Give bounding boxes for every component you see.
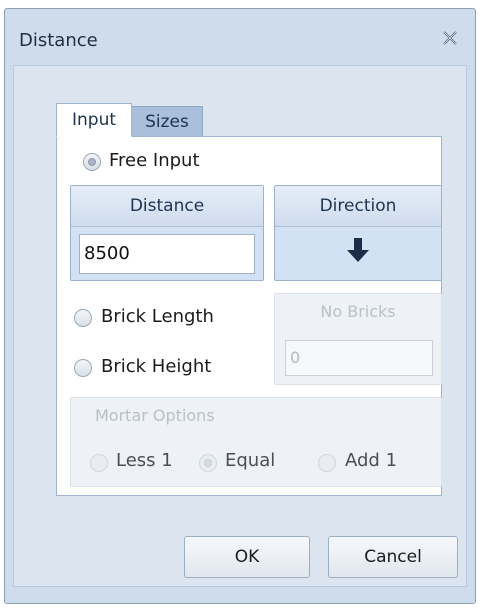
ok-button[interactable]: OK	[184, 536, 310, 578]
no-bricks-header: No Bricks	[320, 302, 396, 321]
distance-group: Distance 8500	[70, 185, 264, 281]
mortar-equal-radio	[199, 454, 217, 472]
tab-input[interactable]: Input	[56, 103, 132, 137]
cancel-button[interactable]: Cancel	[328, 536, 458, 578]
mortar-equal-label: Equal	[225, 450, 276, 471]
mortar-options-header: Mortar Options	[95, 406, 215, 425]
dialog-title: Distance	[19, 30, 98, 51]
title-bar: Distance	[5, 9, 475, 67]
free-input-label: Free Input	[109, 150, 200, 171]
brick-length-radio[interactable]	[74, 309, 92, 327]
distance-group-header: Distance	[71, 186, 263, 227]
distance-dialog: Distance Input Sizes Free Input Distance…	[4, 8, 476, 604]
no-bricks-group: No Bricks 0	[274, 293, 442, 385]
brick-height-radio[interactable]	[74, 359, 92, 377]
free-input-radio[interactable]	[83, 153, 101, 171]
mortar-less1-radio	[90, 454, 108, 472]
tab-sizes[interactable]: Sizes	[132, 106, 203, 137]
input-tab-panel: Free Input Distance 8500 Direction Brick…	[56, 136, 442, 496]
brick-height-label: Brick Height	[101, 356, 212, 377]
distance-input[interactable]: 8500	[79, 234, 255, 274]
close-x-icon[interactable]	[441, 29, 459, 47]
direction-header: Direction	[275, 186, 441, 227]
brick-length-label: Brick Length	[101, 306, 214, 327]
direction-button[interactable]: Direction	[274, 185, 442, 281]
arrow-down-icon	[347, 238, 369, 262]
dialog-content: Input Sizes Free Input Distance 8500 Dir…	[13, 65, 467, 587]
no-bricks-input: 0	[285, 340, 433, 376]
mortar-add1-radio	[318, 454, 336, 472]
mortar-options-group: Mortar Options Less 1 Equal Add 1	[70, 397, 442, 487]
mortar-less1-label: Less 1	[116, 450, 173, 471]
mortar-add1-label: Add 1	[345, 450, 398, 471]
